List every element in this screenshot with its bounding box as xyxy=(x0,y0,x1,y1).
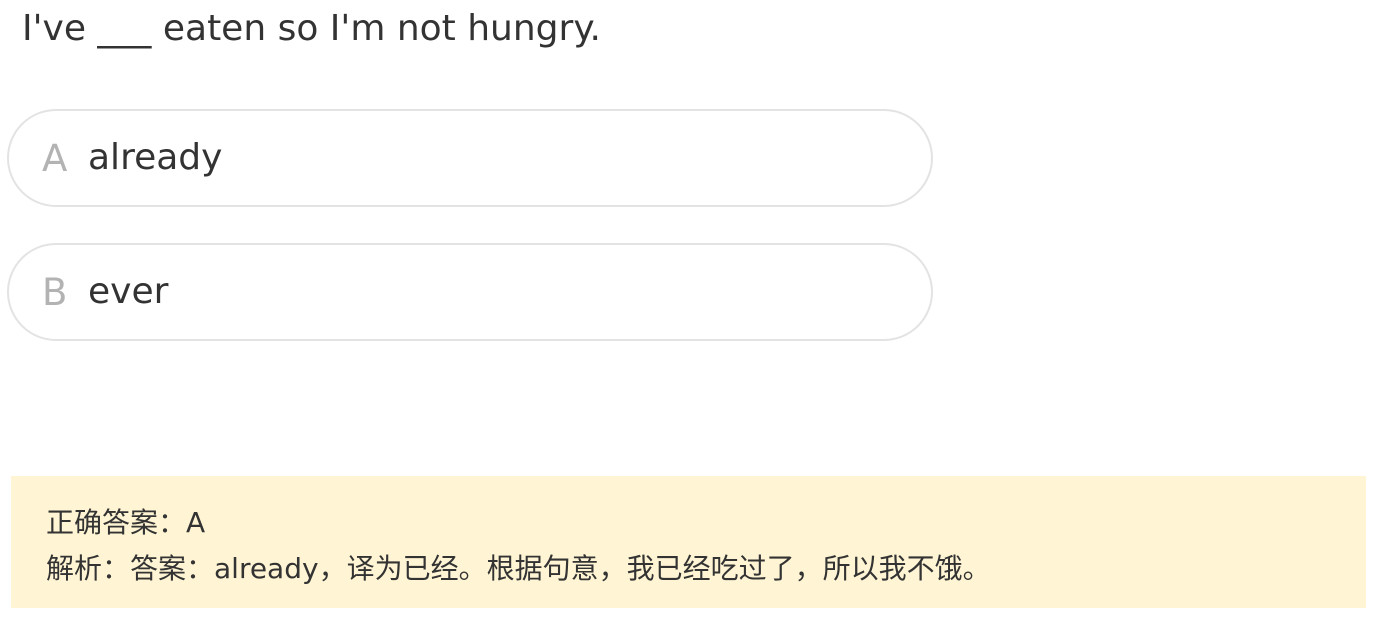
question-text: I've ___ eaten so I'm not hungry. xyxy=(22,8,601,49)
option-letter: B xyxy=(42,270,68,314)
option-b-button[interactable]: B ever xyxy=(7,243,933,341)
correct-answer-text: 正确答案：A xyxy=(46,506,206,539)
answer-explanation-panel: 正确答案：A 解析：答案：already，译为已经。根据句意，我已经吃过了，所以… xyxy=(11,476,1366,608)
option-letter: A xyxy=(42,136,68,180)
option-label: already xyxy=(88,137,223,178)
option-a-button[interactable]: A already xyxy=(7,109,933,207)
explanation-text: 解析：答案：already，译为已经。根据句意，我已经吃过了，所以我不饿。 xyxy=(46,552,991,585)
option-label: ever xyxy=(88,271,169,312)
